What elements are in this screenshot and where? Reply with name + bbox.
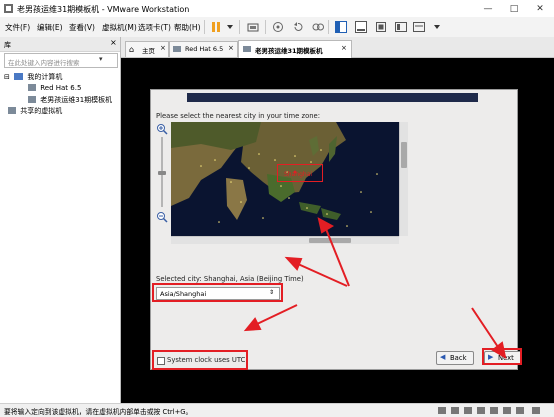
menu-toolbar: 文件(F) 编辑(E) 查看(V) 虚拟机(M) 选项卡(T) 帮助(H) [0,17,554,38]
menu-help[interactable]: 帮助(H) [174,22,201,33]
device-hdd-icon[interactable] [438,407,446,414]
search-placeholder: 在此处键入内容进行搜索 [8,59,80,67]
tree-node-shared-vms[interactable]: 共享的虚拟机 [8,106,62,116]
tab-label: Red Hat 6.5 [185,45,224,53]
device-printer-icon[interactable] [503,407,511,414]
device-cd-icon[interactable] [451,407,459,414]
annotation-arrowhead [284,256,303,271]
close-button[interactable]: ✕ [527,0,553,17]
toolbar-separator [265,20,266,34]
view-dropdown-icon[interactable] [429,19,445,35]
vm-icon [173,46,181,52]
tree-item-template-vm[interactable]: 老男孩运维31期模板机 [28,95,112,105]
unity-icon[interactable] [393,19,409,35]
maximize-button[interactable]: □ [501,0,527,17]
tab-redhat[interactable]: Red Hat 6.5 × [169,41,238,57]
tab-strip: ⌂ 主页 × Red Hat 6.5 × 老男孩运维31期模板机 × [121,37,554,58]
manage-snapshots-icon[interactable] [310,19,326,35]
tree-node-my-computer[interactable]: ⊟ 我的计算机 [4,72,62,82]
toolbar-separator [204,20,205,34]
annotation-arrowhead [243,317,262,332]
annotation-arrowhead [491,341,507,360]
status-bar: 要将输入定向到该虚拟机，请在虚拟机内部单击或按 Ctrl+G。 [0,403,554,417]
tab-template-vm[interactable]: 老男孩运维31期模板机 × [238,40,352,58]
search-dropdown-icon[interactable]: ▾ [99,55,103,63]
menu-vm[interactable]: 虚拟机(M) [102,22,137,33]
tab-label: 老男孩运维31期模板机 [255,47,323,55]
computer-icon [14,73,24,80]
message-log-icon[interactable] [532,407,540,414]
home-icon: ⌂ [129,45,135,54]
annotation-arrowhead [317,217,335,234]
library-title: 库 [4,41,11,49]
tree-item-redhat[interactable]: Red Hat 6.5 [28,84,81,92]
annotation-arrows [243,217,507,360]
tree-label-my-computer: 我的计算机 [27,73,63,81]
device-usb-icon[interactable] [477,407,485,414]
vm-icon [28,84,36,91]
send-keys-icon[interactable] [245,19,261,35]
library-header: 库 × [0,37,120,52]
vm-icon [243,46,251,52]
device-display-icon[interactable] [516,407,524,414]
snapshot-icon[interactable] [270,19,286,35]
menu-view[interactable]: 查看(V) [69,22,95,33]
title-bar: 老男孩运维31期模板机 - VMware Workstation — □ ✕ [0,0,554,18]
tab-close-icon[interactable]: × [160,44,166,52]
fullscreen-icon[interactable] [373,19,389,35]
menu-edit[interactable]: 编辑(E) [37,22,63,33]
annotation-arrow [471,307,499,348]
close-library-icon[interactable]: × [110,38,117,47]
vm-console[interactable]: Please select the nearest city in your t… [121,58,554,403]
status-text: 要将输入定向到该虚拟机，请在虚拟机内部单击或按 Ctrl+G。 [4,408,193,416]
vm-icon [28,96,36,103]
device-network-icon[interactable] [464,407,472,414]
revert-icon[interactable] [290,19,306,35]
tab-label: 主页 [142,47,155,55]
toolbar-separator [239,20,240,34]
annotation-arrow [256,304,298,325]
tree-label-vm: Red Hat 6.5 [40,84,82,92]
tab-close-icon[interactable]: × [228,44,234,52]
tree-label-vm: 老男孩运维31期模板机 [40,96,113,104]
collapse-icon[interactable]: ⊟ [4,73,10,81]
tab-close-icon[interactable]: × [341,44,347,52]
shared-vm-icon [8,107,16,114]
window-title: 老男孩运维31期模板机 - VMware Workstation [17,5,190,14]
device-sound-icon[interactable] [490,407,498,414]
annotation-arrow [297,263,348,287]
console-view-icon[interactable] [411,19,427,35]
thumbnail-view-icon[interactable] [353,19,369,35]
menu-tabs[interactable]: 选项卡(T) [138,22,171,33]
menu-file[interactable]: 文件(F) [5,22,30,33]
library-panel: 库 × 在此处键入内容进行搜索 ▾ ⊟ 我的计算机 Red Hat 6.5 老男… [0,37,121,403]
pause-dropdown-icon[interactable] [222,19,238,35]
vm-app-icon [4,4,13,13]
library-search-input[interactable]: 在此处键入内容进行搜索 ▾ [4,53,118,68]
minimize-button[interactable]: — [475,0,501,17]
tree-label-shared: 共享的虚拟机 [20,107,63,115]
tab-home[interactable]: ⌂ 主页 × [125,41,169,57]
library-view-icon[interactable] [333,19,349,35]
toolbar-separator [328,20,329,34]
